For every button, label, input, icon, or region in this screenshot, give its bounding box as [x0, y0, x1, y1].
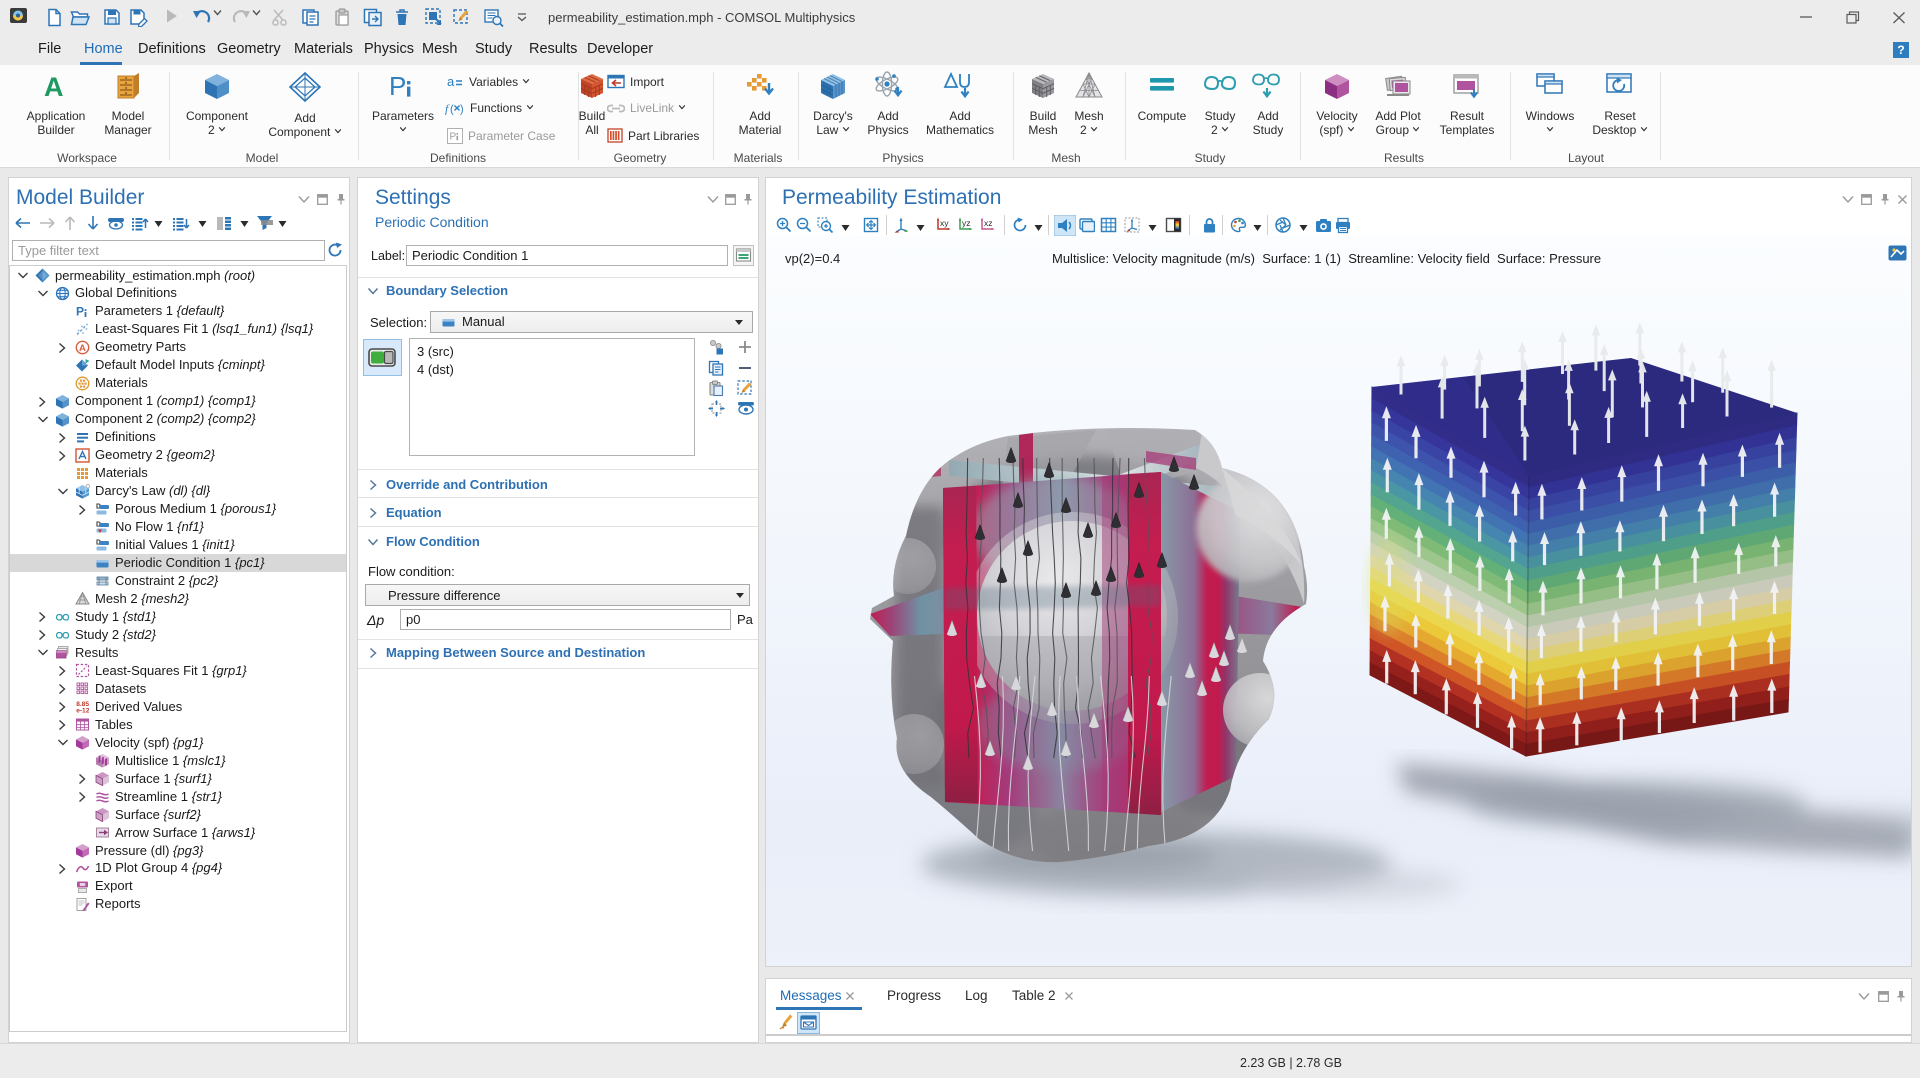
- svg-text:P: P: [450, 131, 457, 142]
- svg-text:P: P: [76, 304, 84, 318]
- svg-text:A: A: [79, 343, 86, 354]
- svg-text:e-12: e-12: [76, 708, 90, 715]
- svg-text:A: A: [44, 72, 64, 101]
- svg-text:): ): [460, 104, 464, 116]
- svg-text:P: P: [389, 71, 406, 101]
- svg-text:(: (: [450, 104, 454, 116]
- svg-text:a: a: [447, 75, 455, 89]
